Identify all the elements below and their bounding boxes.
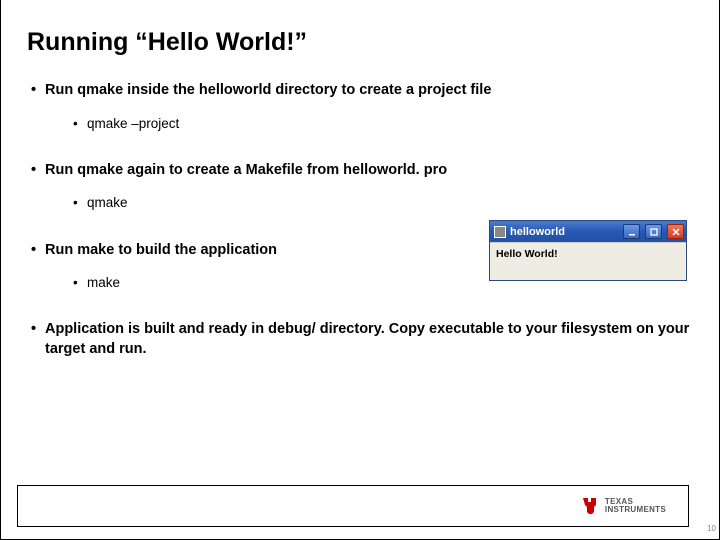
slide: Running “Hello World!” Run qmake inside … [0, 0, 720, 540]
bullet-item: Run qmake inside the helloworld director… [31, 81, 693, 133]
ti-chip-icon [581, 496, 600, 516]
window-titlebar: helloworld [490, 221, 686, 242]
bullet-text: Run qmake again to create a Makefile fro… [45, 162, 447, 178]
bullet-text: Run make to build the application [45, 242, 277, 258]
slide-title: Running “Hello World!” [27, 28, 693, 57]
bullet-text: Application is built and ready in debug/… [45, 321, 689, 357]
close-button[interactable] [667, 224, 684, 239]
window-title: helloworld [510, 226, 565, 238]
app-icon [494, 226, 506, 238]
bullet-item: Run qmake again to create a Makefile fro… [31, 161, 693, 213]
logo-text-line2: INSTRUMENTS [605, 506, 666, 514]
sub-bullet-text: qmake [87, 195, 128, 210]
ti-logo: TEXAS INSTRUMENTS [581, 496, 666, 516]
sub-bullet-item: qmake –project [45, 115, 693, 133]
minimize-button[interactable] [623, 224, 640, 239]
sub-bullet-text: make [87, 275, 120, 290]
sub-bullet-text: qmake –project [87, 116, 179, 131]
maximize-button[interactable] [645, 224, 662, 239]
bullet-text: Run qmake inside the helloworld director… [45, 82, 491, 98]
footer: TEXAS INSTRUMENTS [17, 485, 689, 527]
page-number: 10 [707, 524, 716, 533]
bullet-item: Application is built and ready in debug/… [31, 320, 693, 359]
sub-bullet-item: qmake [45, 194, 693, 212]
app-window: helloworld Hello World! [489, 220, 687, 281]
window-body: Hello World! [490, 242, 686, 280]
